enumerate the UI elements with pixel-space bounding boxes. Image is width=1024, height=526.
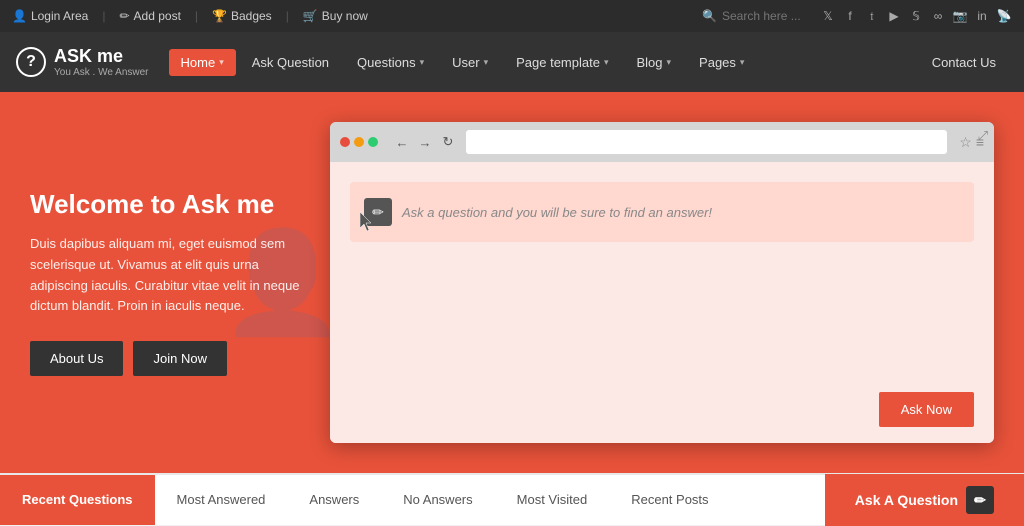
browser-nav-buttons: ← → ↻	[392, 132, 458, 152]
tab-no-answers[interactable]: No Answers	[381, 475, 494, 525]
logo-subtitle: You Ask . We Answer	[54, 67, 149, 78]
about-us-button[interactable]: About Us	[30, 341, 123, 376]
ask-placeholder-text: Ask a question and you will be sure to f…	[402, 205, 712, 220]
tab-most-answered[interactable]: Most Answered	[155, 475, 288, 525]
top-bar-right: 🔍 𝕏 f 𝔱 ▶ 𝕊 ∞ 📷 in 📡	[702, 8, 1012, 24]
twitter-icon[interactable]: 𝕏	[820, 8, 836, 24]
browser-mockup: ← → ↻ ☆ ≡ ⤢ ✏ Ask a question and you wil…	[330, 122, 994, 443]
nav-bar: ? ASK me You Ask . We Answer Home ▾ Ask …	[0, 32, 1024, 92]
rss-icon[interactable]: 📡	[996, 8, 1012, 24]
browser-url-bar[interactable]	[466, 130, 947, 154]
facebook-icon[interactable]: f	[842, 8, 858, 24]
buy-now-link[interactable]: 🛒 Buy now	[303, 9, 368, 23]
trophy-icon: 🏆	[212, 9, 227, 23]
social-icons: 𝕏 f 𝔱 ▶ 𝕊 ∞ 📷 in 📡	[820, 8, 1012, 24]
browser-refresh-button[interactable]: ↻	[438, 132, 458, 152]
blog-chevron-icon: ▾	[667, 57, 672, 68]
edit-pencil-icon: ✏	[966, 486, 994, 514]
browser-back-button[interactable]: ←	[392, 132, 412, 152]
link-icon[interactable]: ∞	[930, 8, 946, 24]
logo-area[interactable]: ? ASK me You Ask . We Answer	[16, 46, 149, 78]
hero-title: Welcome to Ask me	[30, 189, 310, 220]
search-box[interactable]: 🔍	[702, 9, 812, 23]
ask-a-question-button[interactable]: Ask A Question ✏	[825, 474, 1024, 526]
instagram-icon[interactable]: 📷	[952, 8, 968, 24]
pencil-small-icon: ✏	[119, 9, 129, 23]
nav-item-pages[interactable]: Pages ▾	[687, 49, 756, 76]
questions-chevron-icon: ▾	[420, 57, 425, 68]
browser-footer: Ask Now	[330, 382, 994, 443]
nav-item-questions[interactable]: Questions ▾	[345, 49, 436, 76]
pages-chevron-icon: ▾	[740, 57, 745, 68]
ask-now-button[interactable]: Ask Now	[879, 392, 974, 427]
tab-answers[interactable]: Answers	[287, 475, 381, 525]
hero-description: Duis dapibus aliquam mi, eget euismod se…	[30, 234, 310, 317]
browser-forward-button[interactable]: →	[415, 132, 435, 152]
dot-red[interactable]	[340, 137, 350, 147]
skype-icon[interactable]: 𝕊	[908, 8, 924, 24]
badges-link[interactable]: 🏆 Badges	[212, 9, 272, 23]
tab-most-visited[interactable]: Most Visited	[495, 475, 610, 525]
tabs-bar: Recent Questions Most Answered Answers N…	[0, 473, 1024, 525]
tiktok-icon[interactable]: 𝔱	[864, 8, 880, 24]
tab-recent-posts[interactable]: Recent Posts	[609, 475, 730, 525]
hero-buttons: About Us Join Now	[30, 341, 310, 376]
user-icon: 👤	[12, 9, 27, 23]
browser-toolbar: ← → ↻ ☆ ≡ ⤢	[330, 122, 994, 162]
nav-item-blog[interactable]: Blog ▾	[624, 49, 683, 76]
browser-expand-icon[interactable]: ⤢	[978, 128, 988, 144]
nav-item-page-template[interactable]: Page template ▾	[504, 49, 620, 76]
tab-recent-questions[interactable]: Recent Questions	[0, 475, 155, 525]
join-now-button[interactable]: Join Now	[133, 341, 226, 376]
logo-title: ASK me	[54, 46, 149, 67]
login-area-link[interactable]: 👤 Login Area	[12, 9, 88, 23]
nav-item-user[interactable]: User ▾	[440, 49, 500, 76]
nav-item-home[interactable]: Home ▾	[169, 49, 236, 76]
browser-dots	[340, 137, 378, 147]
youtube-icon[interactable]: ▶	[886, 8, 902, 24]
nav-item-ask-question[interactable]: Ask Question	[240, 49, 341, 76]
divider-3: |	[286, 9, 289, 23]
top-bar: 👤 Login Area | ✏ Add post | 🏆 Badges | 🛒…	[0, 0, 1024, 32]
logo-text: ASK me You Ask . We Answer	[54, 46, 149, 78]
page-template-chevron-icon: ▾	[604, 57, 609, 68]
dot-yellow[interactable]	[354, 137, 364, 147]
dot-green[interactable]	[368, 137, 378, 147]
user-chevron-icon: ▾	[484, 57, 489, 68]
add-post-link[interactable]: ✏ Add post	[119, 9, 180, 23]
logo-icon: ?	[16, 47, 46, 77]
ask-input-area[interactable]: ✏ Ask a question and you will be sure to…	[350, 182, 974, 242]
divider-2: |	[195, 9, 198, 23]
search-input[interactable]	[722, 9, 812, 23]
nav-menu: Home ▾ Ask Question Questions ▾ User ▾ P…	[169, 49, 920, 76]
top-bar-left: 👤 Login Area | ✏ Add post | 🏆 Badges | 🛒…	[12, 9, 702, 23]
bookmark-icon[interactable]: ☆	[959, 134, 972, 151]
linkedin-icon[interactable]: in	[974, 8, 990, 24]
home-chevron-icon: ▾	[219, 57, 224, 68]
cart-icon: 🛒	[303, 9, 318, 23]
search-icon: 🔍	[702, 9, 717, 23]
nav-contact-us[interactable]: Contact Us	[920, 49, 1008, 76]
hero-section: Welcome to Ask me Duis dapibus aliquam m…	[0, 92, 1024, 473]
tabs-right: Ask A Question ✏	[825, 475, 1024, 525]
pencil-box-icon: ✏	[364, 198, 392, 226]
browser-body: ✏ Ask a question and you will be sure to…	[330, 162, 994, 382]
divider-1: |	[102, 9, 105, 23]
hero-left: Welcome to Ask me Duis dapibus aliquam m…	[30, 189, 310, 376]
